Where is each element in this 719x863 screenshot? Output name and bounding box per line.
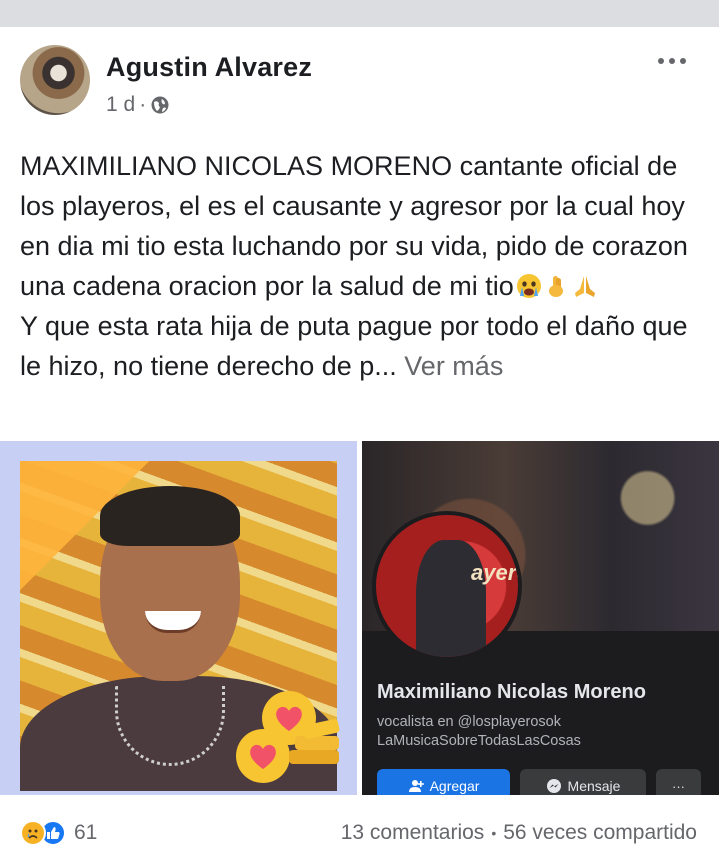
more-options-icon[interactable] (654, 51, 690, 71)
post-header: Agustin Alvarez 1 d · (20, 45, 700, 125)
reactions-summary[interactable]: 61 (20, 820, 97, 846)
page-name[interactable]: Maximiliano Nicolas Moreno (377, 681, 646, 704)
add-user-icon (408, 780, 424, 792)
reaction-count: 61 (74, 821, 98, 844)
post-paragraph-2: Y que esta rata hija de puta pague por t… (20, 311, 688, 381)
add-friend-button[interactable]: Agregar (377, 769, 510, 795)
crying-face-emoji (516, 274, 541, 298)
page-profile-photo[interactable]: ayero (372, 511, 522, 661)
post-media[interactable]: ayero Maximiliano Nicolas Moreno vocalis… (0, 441, 719, 795)
comments-count[interactable]: 13 comentarios (341, 821, 485, 845)
engagement-stats: 13 comentarios • 56 veces compartido (341, 821, 697, 845)
messenger-icon (546, 779, 561, 793)
post-paragraph-1: MAXIMILIANO NICOLAS MORENO cantante ofic… (20, 151, 688, 301)
crossed-fingers-emoji (548, 276, 563, 297)
sad-reaction-icon (20, 820, 46, 846)
meta-separator: · (139, 93, 147, 116)
top-separator (0, 0, 719, 27)
page-description: vocalista en @losplayerosok LaMusicaSobr… (377, 714, 581, 749)
praying-hands-emoji (574, 276, 595, 297)
globe-icon (151, 96, 169, 114)
post-time[interactable]: 1 d (106, 93, 135, 117)
message-button[interactable]: Mensaje (520, 769, 646, 795)
cover-brand-text: ayero (471, 560, 518, 585)
page-more-button[interactable]: ··· (656, 769, 701, 795)
stats-separator: • (491, 825, 497, 841)
heart-sticker-icon (236, 729, 290, 783)
post-footer: 61 13 comentarios • 56 veces compartido (0, 795, 719, 863)
see-more-link[interactable]: Ver más (404, 351, 503, 381)
author-avatar[interactable] (20, 45, 90, 115)
post-meta: 1 d · (106, 93, 170, 117)
post-text: MAXIMILIANO NICOLAS MORENO cantante ofic… (20, 146, 700, 386)
author-name[interactable]: Agustin Alvarez (106, 52, 312, 83)
left-photo-panel[interactable] (0, 441, 357, 795)
page-actions: Agregar Mensaje ··· (377, 769, 701, 795)
shares-count[interactable]: 56 veces compartido (503, 821, 697, 845)
coins-icon (289, 719, 340, 764)
page-preview-card[interactable]: ayero Maximiliano Nicolas Moreno vocalis… (362, 441, 719, 795)
